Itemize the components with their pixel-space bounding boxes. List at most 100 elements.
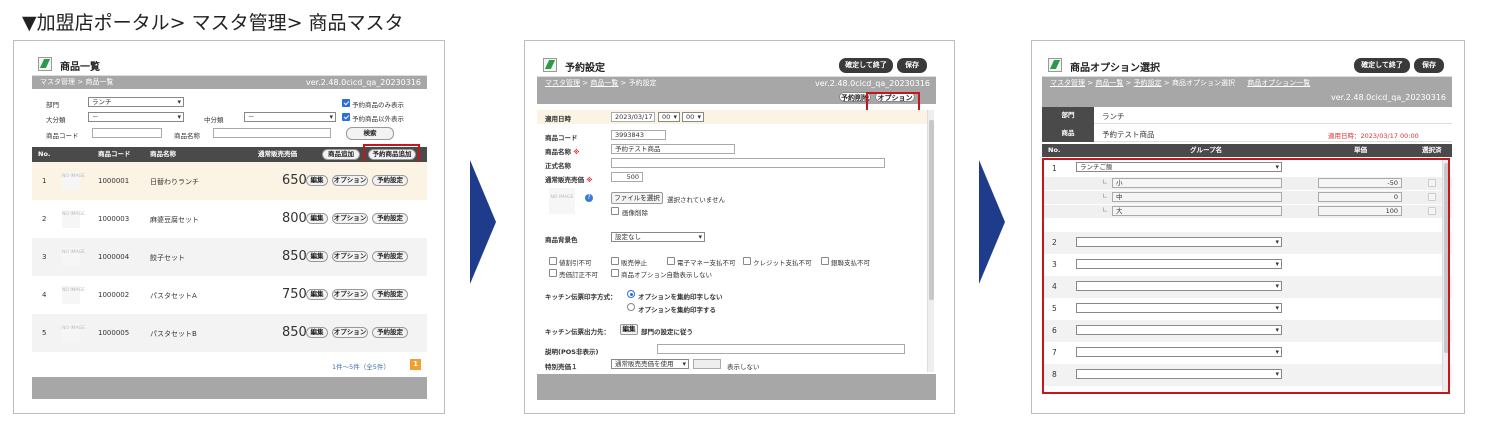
- chubunrui-select[interactable]: －: [244, 112, 336, 122]
- col-selected: 選択済: [1422, 146, 1442, 154]
- edit-button[interactable]: 編集: [306, 251, 328, 262]
- row-code: 1000005: [98, 329, 130, 337]
- breadcrumb-reservation[interactable]: 予約設定: [1134, 79, 1162, 87]
- breadcrumb-option-list[interactable]: 商品オプション一覧: [1247, 79, 1310, 87]
- product-name-label: 商品名称: [174, 132, 200, 140]
- breadcrumb-product-list[interactable]: 商品一覧: [1095, 79, 1123, 87]
- checkbox-emoney[interactable]: [667, 257, 675, 265]
- option-button[interactable]: オプション: [332, 289, 368, 300]
- edit-button[interactable]: 編集: [306, 175, 328, 186]
- table-row[interactable]: 2 NO IMAGE 1000003 麻婆豆腐セット 800 編集 オプション …: [32, 200, 427, 238]
- search-button[interactable]: 検索: [346, 127, 394, 140]
- checkbox-auto-option[interactable]: [611, 269, 619, 277]
- row-name: 麻婆豆腐セット: [150, 216, 199, 224]
- table-row[interactable]: 5 NO IMAGE 1000005 パスタセットB 850 編集 オプション …: [32, 314, 427, 352]
- checkbox-credit[interactable]: [743, 257, 751, 265]
- bumon-select[interactable]: ランチ: [88, 97, 184, 107]
- reservation-settings-button[interactable]: 予約設定: [372, 289, 408, 300]
- table-row[interactable]: 4 NO IMAGE 1000002 パスタセットA 750 編集 オプション …: [32, 276, 427, 314]
- edit-button[interactable]: 編集: [306, 289, 328, 300]
- reservation-settings-button[interactable]: 予約設定: [372, 213, 408, 224]
- required-mark: ※: [584, 176, 593, 184]
- chubunrui-label: 中分類: [204, 116, 224, 124]
- table-row[interactable]: 3 NO IMAGE 1000004 餃子セット 850 編集 オプション 予約…: [32, 238, 427, 276]
- special-price-input[interactable]: [693, 359, 721, 369]
- breadcrumb-master[interactable]: マスタ管理: [1050, 79, 1085, 87]
- price-label: 通常販売売価 ※: [545, 176, 593, 184]
- add-product-button[interactable]: 商品追加: [322, 149, 360, 160]
- footer-bar: [537, 374, 936, 400]
- checkbox-discount[interactable]: [549, 257, 557, 265]
- formal-name-input[interactable]: [611, 158, 885, 168]
- option-button[interactable]: オプション: [332, 251, 368, 262]
- product-list-window: 商品一覧 マスタ管理 > 商品一覧 ver.2.48.0cicd_qa_2023…: [32, 53, 427, 399]
- title-bar: 商品一覧: [32, 53, 427, 76]
- name-input[interactable]: 予約テスト商品: [611, 144, 735, 154]
- reservation-settings-button[interactable]: 予約設定: [372, 251, 408, 262]
- no-image-thumb: NO IMAGE: [62, 286, 85, 304]
- checkbox-price-fix[interactable]: [549, 269, 557, 277]
- col-group: グループ名: [1190, 146, 1223, 154]
- kitchen-output-value: 部門の設定に従う: [641, 328, 693, 336]
- file-select-button[interactable]: ファイルを選択: [611, 192, 663, 204]
- scrollbar[interactable]: [927, 110, 934, 372]
- save-button[interactable]: 保存: [1414, 58, 1444, 73]
- reservation-settings-button[interactable]: 予約設定: [372, 327, 408, 338]
- checkbox-stop-sale[interactable]: [611, 257, 619, 265]
- radio-aggregate[interactable]: [627, 303, 635, 311]
- product-code-input[interactable]: [92, 128, 162, 138]
- version-label: ver.2.48.0cicd_qa_20230316: [815, 79, 930, 88]
- breadcrumb-text[interactable]: マスタ管理 > 商品一覧: [40, 78, 113, 86]
- page-number-button[interactable]: 1: [410, 359, 421, 370]
- description-input[interactable]: [657, 344, 905, 354]
- breadcrumb-product-list[interactable]: 商品一覧: [590, 79, 618, 87]
- row-price: 800: [282, 211, 307, 226]
- price-input[interactable]: 500: [611, 172, 643, 182]
- daibunrui-select[interactable]: －: [88, 112, 184, 122]
- label-discount: 値割引不可: [559, 259, 592, 267]
- hour-select[interactable]: 00: [658, 112, 680, 122]
- col-code: 商品コード: [98, 150, 131, 158]
- confirm-exit-button[interactable]: 確定して終了: [839, 58, 893, 73]
- edit-button[interactable]: 編集: [306, 213, 328, 224]
- dept-label-cell: 部門: [1042, 107, 1094, 124]
- highlight-option-table: [1042, 158, 1450, 394]
- product-name-input[interactable]: [213, 128, 331, 138]
- col-price: 通常販売売価: [258, 150, 297, 158]
- pager-summary: 1件～5件（全5件）: [332, 363, 390, 371]
- row-price: 850: [282, 325, 307, 340]
- reserved-only-checkbox[interactable]: [342, 99, 350, 107]
- breadcrumb-master[interactable]: マスタ管理: [545, 79, 580, 87]
- col-no: No.: [38, 150, 51, 158]
- radio-no-aggregate[interactable]: [627, 290, 635, 298]
- row-name: 餃子セット: [150, 254, 185, 262]
- option-button[interactable]: オプション: [332, 213, 368, 224]
- breadcrumb: マスタ管理 > 商品一覧 ver.2.48.0cicd_qa_20230316: [32, 76, 427, 89]
- save-button[interactable]: 保存: [897, 58, 927, 73]
- minute-select[interactable]: 00: [682, 112, 704, 122]
- code-input[interactable]: 3993843: [611, 130, 666, 140]
- row-code: 1000001: [98, 177, 130, 185]
- special-price-select[interactable]: 通常販売売価を使用: [611, 359, 689, 369]
- special-price-label: 特別売価１: [545, 363, 578, 371]
- bg-color-select[interactable]: 設定なし: [611, 232, 705, 242]
- option-button[interactable]: オプション: [332, 327, 368, 338]
- edit-button[interactable]: 編集: [306, 327, 328, 338]
- row-price: 750: [282, 287, 307, 302]
- date-input[interactable]: 2023/03/17: [611, 112, 655, 122]
- reservation-settings-button[interactable]: 予約設定: [372, 175, 408, 186]
- help-icon[interactable]: ?: [585, 194, 593, 202]
- non-reserved-checkbox[interactable]: [342, 113, 350, 121]
- table-row[interactable]: 1 NO IMAGE 1000001 日替わりランチ 650 編集 オプション …: [32, 162, 427, 200]
- option-button[interactable]: オプション: [332, 175, 368, 186]
- kitchen-edit-button[interactable]: 編集: [620, 324, 638, 335]
- row-code: 1000002: [98, 291, 130, 299]
- page-heading: ▼加盟店ポータル> マスタ管理> 商品マスタ: [22, 12, 404, 34]
- col-no: No.: [1048, 146, 1061, 154]
- scrollbar-thumb[interactable]: [929, 120, 934, 300]
- confirm-exit-button[interactable]: 確定して終了: [1354, 58, 1410, 73]
- required-mark: ※: [571, 148, 580, 156]
- page-title: 商品一覧: [60, 62, 100, 73]
- checkbox-unionpay[interactable]: [821, 257, 829, 265]
- image-delete-checkbox[interactable]: [611, 207, 619, 215]
